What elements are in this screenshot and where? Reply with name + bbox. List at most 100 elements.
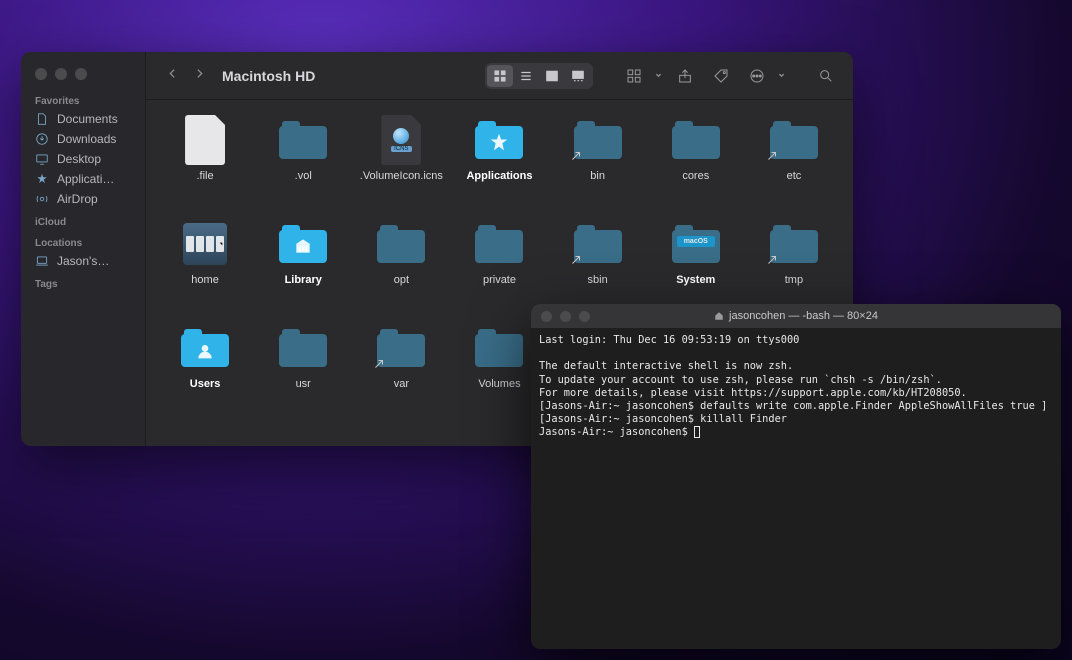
file-label: opt <box>394 274 409 286</box>
home-icon <box>714 311 724 321</box>
file-label: bin <box>590 170 605 182</box>
file-icon <box>475 324 523 372</box>
forward-button[interactable] <box>193 67 206 85</box>
document-icon <box>35 112 49 126</box>
file-label: sbin <box>588 274 608 286</box>
file-icon <box>377 324 425 372</box>
file-label: Volumes <box>478 378 520 390</box>
file-icon <box>181 116 229 164</box>
finder-toolbar: Macintosh HD <box>146 52 853 100</box>
laptop-icon <box>35 254 49 268</box>
chevron-down-icon <box>778 72 785 79</box>
file-icon <box>770 220 818 268</box>
action-button[interactable] <box>744 65 770 87</box>
file-label: Users <box>190 378 221 390</box>
terminal-titlebar[interactable]: jasoncohen — -bash — 80×24 <box>531 304 1061 328</box>
file-label: home <box>191 274 219 286</box>
sidebar-item-label: Downloads <box>57 132 116 146</box>
sidebar-item-label: Documents <box>57 112 118 126</box>
file-icon <box>279 220 327 268</box>
file-icon <box>475 116 523 164</box>
file-item[interactable]: ICNS .VolumeIcon.icns <box>352 116 450 216</box>
view-list-button[interactable] <box>513 65 539 87</box>
file-item[interactable]: cores <box>647 116 745 216</box>
file-icon <box>770 116 818 164</box>
file-icon <box>475 220 523 268</box>
file-label: .vol <box>295 170 312 182</box>
file-label: System <box>676 274 715 286</box>
sidebar-section-locations: Locations <box>21 230 145 251</box>
file-icon <box>574 116 622 164</box>
view-columns-button[interactable] <box>539 65 565 87</box>
finder-sidebar: Favorites Documents Downloads Desktop Ap… <box>21 52 146 446</box>
close-button[interactable] <box>35 68 47 80</box>
view-gallery-button[interactable] <box>565 65 591 87</box>
desktop-icon <box>35 152 49 166</box>
file-item[interactable]: Applications <box>450 116 548 216</box>
file-icon <box>279 116 327 164</box>
file-item[interactable]: .vol <box>254 116 352 216</box>
sidebar-item-label: Jason's… <box>57 254 109 268</box>
file-item[interactable]: usr <box>254 324 352 424</box>
sidebar-section-tags: Tags <box>21 271 145 292</box>
tags-button[interactable] <box>708 65 734 87</box>
sidebar-section-favorites: Favorites <box>21 88 145 109</box>
file-label: private <box>483 274 516 286</box>
file-item[interactable]: etc <box>745 116 843 216</box>
sidebar-item-documents[interactable]: Documents <box>21 109 145 129</box>
sidebar-section-icloud: iCloud <box>21 209 145 230</box>
file-icon <box>377 220 425 268</box>
file-label: Library <box>285 274 322 286</box>
file-label: tmp <box>785 274 803 286</box>
file-label: var <box>394 378 409 390</box>
terminal-body[interactable]: Last login: Thu Dec 16 09:53:19 on ttys0… <box>531 328 1061 649</box>
file-icon <box>574 220 622 268</box>
file-icon <box>279 324 327 372</box>
file-item[interactable]: opt <box>352 220 450 320</box>
search-button[interactable] <box>813 65 839 87</box>
file-label: Applications <box>466 170 532 182</box>
file-icon: macOS <box>672 220 720 268</box>
terminal-title: jasoncohen — -bash — 80×24 <box>531 310 1061 322</box>
file-label: cores <box>682 170 709 182</box>
back-button[interactable] <box>166 67 179 85</box>
sidebar-item-applications[interactable]: Applicati… <box>21 169 145 189</box>
file-icon <box>672 116 720 164</box>
sidebar-item-label: AirDrop <box>57 192 98 206</box>
download-icon <box>35 132 49 146</box>
file-icon <box>181 220 229 268</box>
zoom-button[interactable] <box>579 311 590 322</box>
sidebar-item-airdrop[interactable]: AirDrop <box>21 189 145 209</box>
view-switcher <box>485 63 593 89</box>
file-label: .file <box>197 170 214 182</box>
sidebar-item-label: Applicati… <box>57 172 114 186</box>
minimize-button[interactable] <box>55 68 67 80</box>
file-icon: ICNS <box>377 116 425 164</box>
file-label: usr <box>296 378 311 390</box>
minimize-button[interactable] <box>560 311 571 322</box>
file-item[interactable]: home <box>156 220 254 320</box>
sidebar-item-label: Desktop <box>57 152 101 166</box>
file-item[interactable]: bin <box>549 116 647 216</box>
file-item[interactable]: .file <box>156 116 254 216</box>
terminal-window: jasoncohen — -bash — 80×24 Last login: T… <box>531 304 1061 649</box>
sidebar-item-jasons-mac[interactable]: Jason's… <box>21 251 145 271</box>
file-label: etc <box>787 170 802 182</box>
sidebar-item-downloads[interactable]: Downloads <box>21 129 145 149</box>
sidebar-item-desktop[interactable]: Desktop <box>21 149 145 169</box>
file-icon <box>181 324 229 372</box>
group-button[interactable] <box>621 65 647 87</box>
chevron-down-icon <box>655 72 662 79</box>
file-label: .VolumeIcon.icns <box>360 170 443 182</box>
close-button[interactable] <box>541 311 552 322</box>
app-icon <box>35 172 49 186</box>
airdrop-icon <box>35 192 49 206</box>
traffic-lights <box>21 58 145 88</box>
file-item[interactable]: Users <box>156 324 254 424</box>
zoom-button[interactable] <box>75 68 87 80</box>
view-icons-button[interactable] <box>487 65 513 87</box>
window-title: Macintosh HD <box>222 68 315 84</box>
share-button[interactable] <box>672 65 698 87</box>
file-item[interactable]: Library <box>254 220 352 320</box>
file-item[interactable]: var <box>352 324 450 424</box>
